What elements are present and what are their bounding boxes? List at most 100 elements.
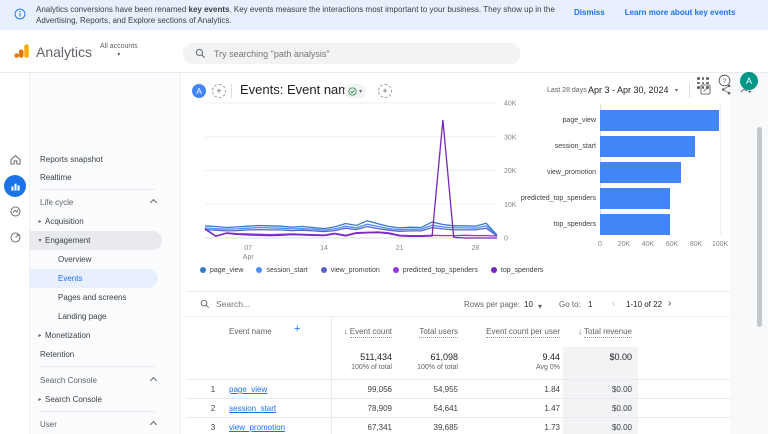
sidebar-item-realtime[interactable]: Realtime (30, 168, 180, 187)
analytics-logo-icon[interactable] (12, 42, 32, 60)
add-comparison-button[interactable]: + (212, 84, 226, 98)
sidebar-item-landing-page[interactable]: Landing page (30, 307, 180, 326)
event-link[interactable]: session_start (229, 404, 276, 413)
legend-label: predicted_top_spenders (403, 267, 478, 274)
legend-dot (393, 267, 399, 273)
table-row[interactable]: 2 session_start 78,909 54,641 1.47 $0.00 (186, 398, 730, 417)
legend-dot (256, 267, 262, 273)
y-tick-label: 20K (504, 168, 517, 175)
caret-down-icon: ▾ (359, 88, 362, 95)
line-series-top_spenders[interactable] (205, 120, 497, 238)
column-header-total-users[interactable]: Total users (419, 327, 458, 336)
column-header-event-count[interactable]: ↓Event count (344, 327, 392, 336)
caret-down-icon: ▾ (100, 51, 138, 59)
caret-down-icon: ▾ (538, 302, 542, 311)
legend-item-page_view[interactable]: page_view (200, 267, 243, 274)
sidebar-item-pages-and-screens[interactable]: Pages and screens (30, 288, 180, 307)
table-row[interactable]: 1 page_view 99,056 54,955 1.84 $0.00 (186, 379, 730, 398)
sidebar-item-engagement[interactable]: ▾Engagement (30, 231, 162, 250)
bar-view_promotion[interactable] (600, 162, 681, 183)
events-bar-chart: page_viewsession_startview_promotionpred… (520, 104, 732, 264)
column-header-event-count-per-user[interactable]: Event count per user (486, 327, 560, 336)
sidebar-section-search-console[interactable]: Search Console (30, 371, 180, 390)
add-column-icon[interactable]: + (294, 323, 300, 335)
table-row[interactable]: 3 view_promotion 67,341 39,685 1.73 $0.0… (186, 417, 730, 434)
table-search-input[interactable] (216, 299, 336, 309)
help-icon[interactable]: ? (718, 74, 731, 87)
totals-per-user-sub: Avg 0% (536, 364, 560, 371)
sidebar-section-user[interactable]: User (30, 415, 180, 434)
sort-desc-icon: ↓ (578, 327, 582, 336)
bar-category-label: predicted_top_spenders (520, 188, 596, 209)
rows-per-page-select[interactable]: 10 (524, 300, 533, 309)
next-page-icon[interactable]: › (668, 298, 671, 309)
totals-per-user: 9.44 (542, 352, 560, 362)
prev-page-icon[interactable]: ‹ (612, 298, 615, 309)
bar-x-tick-label: 20K (618, 241, 630, 248)
learn-more-link[interactable]: Learn more about key events (625, 8, 736, 17)
sidebar-item-reports-snapshot[interactable]: Reports snapshot (30, 150, 180, 169)
rows-per-page-label: Rows per page: (464, 300, 520, 309)
apps-grid-icon[interactable] (695, 75, 711, 91)
legend-item-view_promotion[interactable]: view_promotion (321, 267, 380, 274)
event-link[interactable]: view_promotion (229, 423, 285, 432)
app-header: Analytics All accounts ▾ ? A (0, 30, 768, 73)
bar-x-tick-label: 0 (598, 241, 602, 248)
legend-item-session_start[interactable]: session_start (256, 267, 307, 274)
legend-item-top_spenders[interactable]: top_spenders (491, 267, 543, 274)
bar-predicted_top_spenders[interactable] (600, 188, 670, 209)
bar-x-tick-label: 60K (666, 241, 678, 248)
divider (40, 411, 155, 412)
collapse-up-icon (150, 421, 157, 428)
bar-x-tick-label: 80K (690, 241, 702, 248)
column-header-total-revenue[interactable]: ↓Total revenue (578, 327, 632, 336)
page-scrollbar[interactable] (757, 127, 762, 327)
totals-event-count-sub: 100% of total (351, 364, 392, 371)
user-avatar[interactable]: A (740, 72, 758, 90)
check-circle-icon (348, 87, 357, 96)
bar-x-tick-label: 100K (712, 241, 728, 248)
sidebar-section-life-cycle[interactable]: Life cycle (30, 193, 180, 212)
add-metric-button[interactable]: + (378, 84, 392, 98)
legend-label: view_promotion (331, 267, 380, 274)
explore-icon[interactable] (7, 203, 23, 219)
legend-dot (491, 267, 497, 273)
account-switcher[interactable]: All accounts ▾ (100, 43, 138, 59)
info-icon (14, 8, 26, 20)
bar-page_view[interactable] (600, 110, 719, 131)
legend-item-predicted_top_spenders[interactable]: predicted_top_spenders (393, 267, 478, 274)
home-icon[interactable] (7, 151, 23, 167)
sidebar-item-retention[interactable]: Retention (30, 345, 180, 364)
totals-revenue: $0.00 (609, 352, 632, 362)
column-header-event-name[interactable]: Event name (229, 327, 272, 336)
sidebar-item-events[interactable]: Events (30, 269, 158, 288)
date-range-picker[interactable]: Apr 3 - Apr 30, 2024 (588, 85, 669, 95)
main-content: A + Events: Event name ▾ + Last 28 days … (181, 73, 768, 434)
sidebar-item-overview[interactable]: Overview (30, 250, 180, 269)
advertising-icon[interactable] (7, 229, 23, 245)
reports-icon[interactable] (4, 175, 26, 197)
bar-category-label: top_spenders (520, 214, 596, 235)
gridline (720, 104, 721, 235)
tri-right-icon: ▸ (35, 396, 45, 403)
chart-legend: page_view session_start view_promotion pred… (200, 264, 543, 276)
legend-dot (200, 267, 206, 273)
divider (40, 366, 155, 367)
dismiss-button[interactable]: Dismiss (574, 8, 605, 17)
global-search-input[interactable] (214, 49, 494, 59)
tri-right-icon: ▸ (35, 218, 45, 225)
sidebar-item-acquisition[interactable]: ▸Acquisition (30, 212, 180, 231)
bar-top_spenders[interactable] (600, 214, 670, 235)
collapse-up-icon (150, 377, 157, 384)
event-link[interactable]: page_view (229, 385, 267, 394)
x-tick-label: 14 (320, 245, 328, 252)
report-valid-badge[interactable]: ▾ (344, 84, 366, 98)
comparison-chip[interactable]: A (192, 84, 206, 98)
global-search[interactable] (183, 43, 520, 64)
sidebar-item-monetization[interactable]: ▸Monetization (30, 326, 180, 345)
bar-session_start[interactable] (600, 136, 695, 157)
search-icon (195, 48, 206, 59)
divider (231, 84, 232, 98)
sidebar-item-search-console[interactable]: ▸Search Console (30, 390, 180, 409)
goto-input[interactable]: 1 (588, 300, 592, 309)
